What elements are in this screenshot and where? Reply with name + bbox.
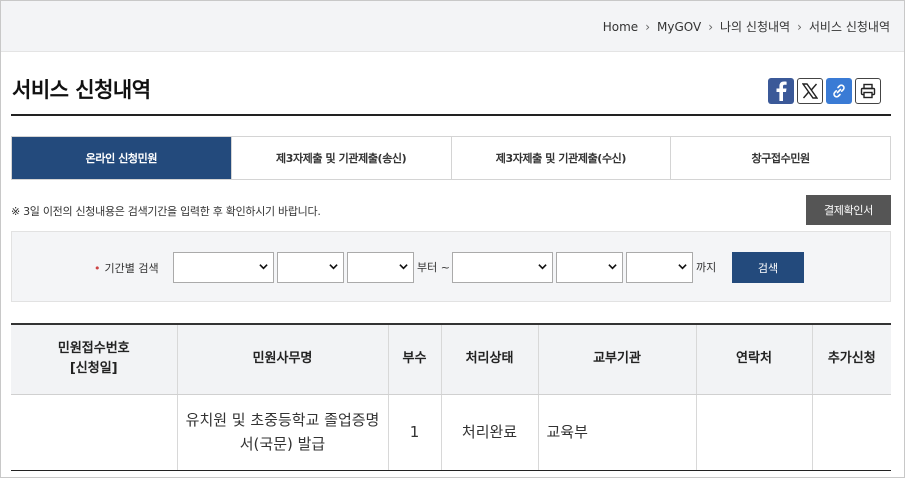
table-header-row: 민원접수번호 [신청일] 민원사무명 부수 처리상태 교부기관 연락처 추가신청	[11, 324, 891, 395]
facebook-icon	[776, 81, 787, 101]
chevron-right-icon: ›	[797, 19, 802, 34]
copy-link-button[interactable]	[826, 78, 852, 104]
x-icon	[802, 83, 818, 99]
payment-receipt-button[interactable]: 결제확인서	[806, 195, 891, 225]
from-year-select[interactable]	[173, 252, 274, 283]
table-row: 유치원 및 초중등학교 졸업증명 서(국문) 발급 1 처리완료 교육부	[11, 394, 891, 471]
col-issuer: 교부기관	[537, 324, 696, 395]
breadcrumb-bar: Home › MyGOV › 나의 신청내역 › 서비스 신청내역	[1, 1, 904, 52]
print-button[interactable]	[855, 78, 881, 104]
to-day-select[interactable]	[626, 252, 693, 283]
col-contact: 연락처	[695, 324, 812, 395]
page-title: 서비스 신청내역	[12, 78, 151, 102]
application-tabs: 온라인 신청민원 제3자제출 및 기관제출(송신) 제3자제출 및 기관제출(수…	[11, 136, 891, 180]
to-month-select[interactable]	[556, 252, 623, 283]
title-divider	[11, 114, 891, 116]
cell-issuer: 교육부	[537, 394, 696, 471]
chevron-down-icon	[259, 264, 268, 270]
link-icon	[833, 84, 845, 98]
col-copies: 부수	[387, 324, 441, 395]
breadcrumb-mygov[interactable]: MyGOV	[657, 20, 701, 34]
col-receipt-number: 민원접수번호 [신청일]	[11, 324, 177, 395]
breadcrumb-current: 서비스 신청내역	[808, 20, 890, 34]
search-button[interactable]: 검색	[732, 252, 804, 283]
chevron-down-icon	[678, 264, 687, 270]
breadcrumb-my-applications[interactable]: 나의 신청내역	[720, 18, 790, 35]
cell-additional	[811, 394, 891, 471]
col-status: 처리상태	[440, 324, 538, 395]
from-month-select[interactable]	[277, 252, 344, 283]
chevron-down-icon	[608, 264, 617, 270]
chevron-right-icon: ›	[708, 19, 714, 34]
tab-counter-applications[interactable]: 창구접수민원	[670, 137, 890, 179]
facebook-share-button[interactable]	[768, 78, 794, 104]
from-text: 부터 ~	[417, 261, 450, 274]
chevron-right-icon: ›	[645, 19, 650, 34]
period-search-box: • 기간별 검색 부터 ~ 까지 검색	[11, 231, 891, 302]
cell-service-name[interactable]: 유치원 및 초중등학교 졸업증명 서(국문) 발급	[176, 394, 388, 471]
search-notice: ※ 3일 이전의 신청내용은 검색기간을 입력한 후 확인하시기 바랍니다.	[11, 205, 321, 218]
to-text: 까지	[696, 261, 717, 274]
print-icon	[860, 83, 876, 99]
applications-table: 민원접수번호 [신청일] 민원사무명 부수 처리상태 교부기관 연락처 추가신청 …	[11, 323, 891, 471]
cell-copies: 1	[387, 394, 441, 471]
cell-receipt-number[interactable]	[11, 394, 177, 471]
from-day-select[interactable]	[347, 252, 414, 283]
to-year-select[interactable]	[452, 252, 553, 283]
period-search-label: • 기간별 검색	[94, 262, 159, 275]
breadcrumb-home[interactable]: Home	[603, 20, 638, 34]
x-share-button[interactable]	[797, 78, 823, 104]
chevron-down-icon	[538, 264, 547, 270]
cell-contact	[695, 394, 812, 471]
breadcrumb: Home › MyGOV › 나의 신청내역 › 서비스 신청내역	[603, 1, 890, 52]
bullet-icon: •	[94, 262, 101, 275]
chevron-down-icon	[329, 264, 338, 270]
col-service-name: 민원사무명	[176, 324, 388, 395]
chevron-down-icon	[399, 264, 408, 270]
tab-third-party-sent[interactable]: 제3자제출 및 기관제출(송신)	[230, 137, 451, 179]
cell-status: 처리완료	[440, 394, 538, 471]
tab-online-applications[interactable]: 온라인 신청민원	[12, 137, 231, 179]
col-additional: 추가신청	[811, 324, 891, 395]
tab-third-party-received[interactable]: 제3자제출 및 기관제출(수신)	[450, 137, 671, 179]
